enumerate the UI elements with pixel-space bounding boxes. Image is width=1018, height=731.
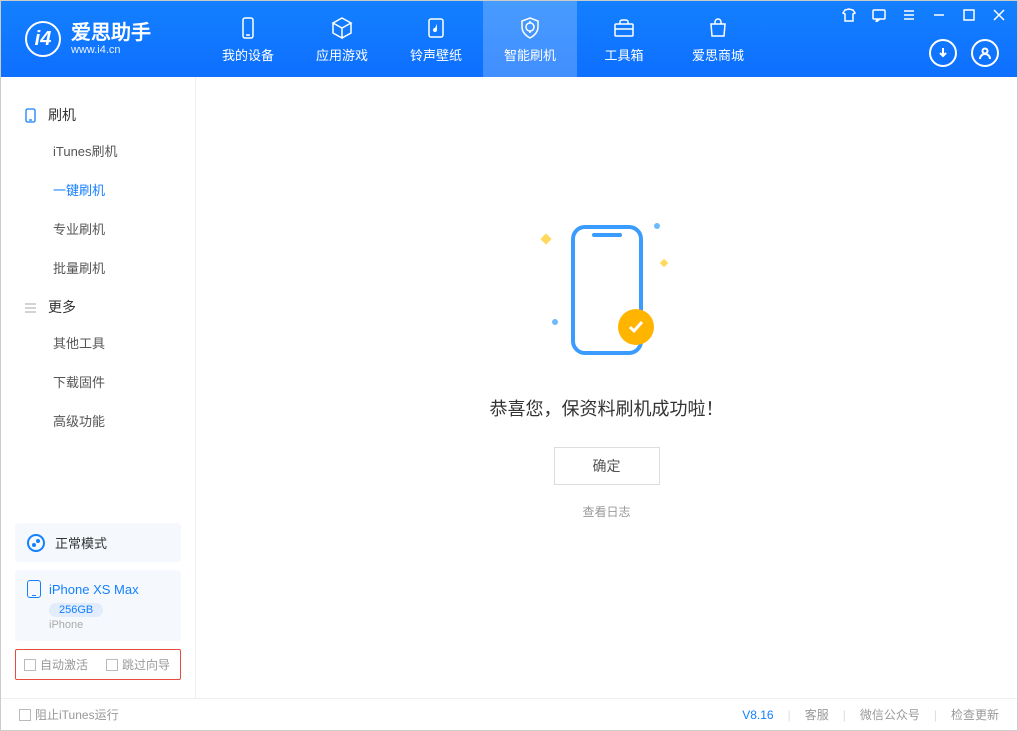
success-message: 恭喜您，保资料刷机成功啦！	[490, 395, 724, 421]
phone-icon	[235, 15, 261, 41]
cube-icon	[329, 15, 355, 41]
title-bar: i4 爱思助手 www.i4.cn 我的设备 应用游戏 铃声壁纸 智能刷机 工具…	[1, 1, 1017, 77]
tab-label: 铃声壁纸	[410, 45, 462, 64]
sidebar-group-more: 更多	[1, 291, 195, 323]
sidebar-item-advanced[interactable]: 高级功能	[1, 401, 195, 440]
app-logo: i4 爱思助手 www.i4.cn	[1, 21, 201, 57]
device-mode-card[interactable]: 正常模式	[15, 523, 181, 562]
view-log-link[interactable]: 查看日志	[490, 503, 724, 520]
tab-smart-flash[interactable]: 智能刷机	[483, 1, 577, 77]
header-actions	[929, 39, 999, 67]
feedback-icon[interactable]	[869, 5, 889, 25]
checkbox-icon	[19, 709, 31, 721]
device-card[interactable]: iPhone XS Max 256GB iPhone	[15, 570, 181, 641]
tab-ringtone[interactable]: 铃声壁纸	[389, 1, 483, 77]
window-controls	[839, 5, 1009, 25]
shield-icon	[517, 15, 543, 41]
tab-label: 应用游戏	[316, 45, 368, 64]
success-illustration	[532, 215, 682, 375]
device-icon	[27, 580, 41, 598]
device-capacity: 256GB	[49, 603, 103, 617]
main-content: 恭喜您，保资料刷机成功啦！ 确定 查看日志	[196, 77, 1017, 698]
check-update-link[interactable]: 检查更新	[951, 706, 999, 723]
flash-options-highlight: 自动激活 跳过向导	[15, 649, 181, 680]
mode-icon	[27, 534, 45, 552]
download-button[interactable]	[929, 39, 957, 67]
support-link[interactable]: 客服	[805, 706, 829, 723]
account-button[interactable]	[971, 39, 999, 67]
close-button[interactable]	[989, 5, 1009, 25]
checkmark-badge-icon	[618, 309, 654, 345]
sidebar-item-oneclick-flash[interactable]: 一键刷机	[1, 170, 195, 209]
device-type: iPhone	[49, 619, 169, 631]
toolbox-icon	[611, 15, 637, 41]
tab-label: 我的设备	[222, 45, 274, 64]
device-name: iPhone XS Max	[49, 582, 139, 597]
tab-label: 工具箱	[604, 45, 643, 64]
sidebar-item-firmware[interactable]: 下载固件	[1, 362, 195, 401]
status-bar: 阻止iTunes运行 V8.16 | 客服 | 微信公众号 | 检查更新	[1, 698, 1017, 730]
checkbox-icon	[24, 659, 36, 671]
bag-icon	[705, 15, 731, 41]
tab-label: 智能刷机	[504, 45, 556, 64]
tab-label: 爱思商城	[692, 45, 744, 64]
tab-my-device[interactable]: 我的设备	[201, 1, 295, 77]
version-label[interactable]: V8.16	[742, 708, 773, 722]
checkbox-auto-activate[interactable]: 自动激活	[24, 656, 88, 673]
tab-apps[interactable]: 应用游戏	[295, 1, 389, 77]
menu-icon[interactable]	[899, 5, 919, 25]
sidebar-group-flash: 刷机	[1, 99, 195, 131]
minimize-button[interactable]	[929, 5, 949, 25]
tab-toolbox[interactable]: 工具箱	[577, 1, 671, 77]
logo-icon: i4	[25, 21, 61, 57]
sidebar-item-itunes-flash[interactable]: iTunes刷机	[1, 131, 195, 170]
checkbox-block-itunes[interactable]: 阻止iTunes运行	[19, 706, 119, 723]
app-title: 爱思助手	[71, 22, 151, 44]
main-tabs: 我的设备 应用游戏 铃声壁纸 智能刷机 工具箱 爱思商城	[201, 1, 765, 77]
music-icon	[423, 15, 449, 41]
tab-store[interactable]: 爱思商城	[671, 1, 765, 77]
mode-label: 正常模式	[55, 533, 107, 552]
maximize-button[interactable]	[959, 5, 979, 25]
sidebar-item-pro-flash[interactable]: 专业刷机	[1, 209, 195, 248]
wechat-link[interactable]: 微信公众号	[860, 706, 920, 723]
sidebar-item-batch-flash[interactable]: 批量刷机	[1, 248, 195, 287]
checkbox-skip-guide[interactable]: 跳过向导	[106, 656, 170, 673]
ok-button[interactable]: 确定	[554, 447, 660, 485]
skin-icon[interactable]	[839, 5, 859, 25]
sidebar-item-other-tools[interactable]: 其他工具	[1, 323, 195, 362]
list-icon	[23, 300, 38, 315]
phone-icon	[23, 108, 38, 123]
sidebar: 刷机 iTunes刷机 一键刷机 专业刷机 批量刷机 更多 其他工具 下载固件 …	[1, 77, 196, 698]
app-subtitle: www.i4.cn	[71, 44, 151, 56]
checkbox-icon	[106, 659, 118, 671]
